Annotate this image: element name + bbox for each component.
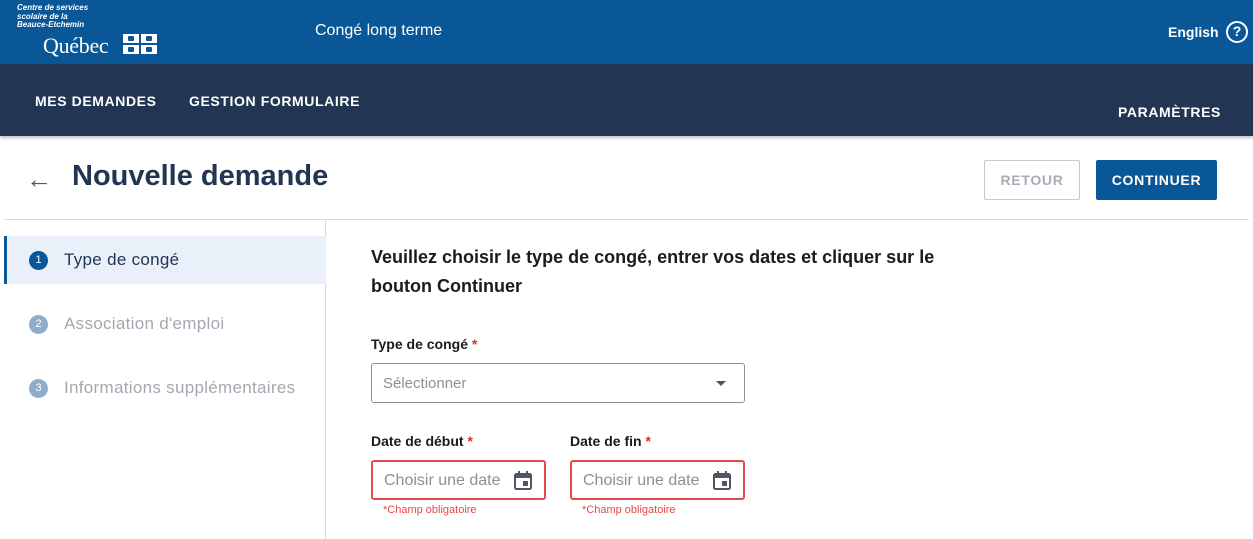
date-fin-placeholder: Choisir une date [583, 472, 700, 489]
app-title: Congé long terme [315, 22, 443, 39]
type-conge-label-text: Type de congé [371, 336, 468, 352]
nav-gestion-formulaire[interactable]: GESTION FORMULAIRE [189, 93, 360, 109]
calendar-icon[interactable] [514, 471, 532, 490]
quebec-wordmark: Québec [43, 33, 109, 58]
org-name-line3: Beauce-Etchemin [17, 20, 85, 29]
retour-button[interactable]: RETOUR [984, 160, 1080, 200]
date-fin-input[interactable]: Choisir une date [570, 460, 745, 500]
required-asterisk: * [645, 433, 651, 449]
date-fin-label: Date de fin * [570, 433, 651, 449]
question-circle-icon[interactable]: ? [1226, 21, 1248, 43]
continuer-button[interactable]: CONTINUER [1096, 160, 1217, 200]
step-association-emploi[interactable]: 2 Association d'emploi [4, 300, 326, 348]
step-number-badge: 2 [29, 315, 48, 334]
date-debut-label-text: Date de début [371, 433, 464, 449]
nav-parametres[interactable]: PARAMÈTRES [1118, 104, 1221, 120]
main-navigation: MES DEMANDES GESTION FORMULAIRE PARAMÈTR… [0, 64, 1253, 136]
active-step-indicator [4, 236, 7, 284]
form-instructions: Veuillez choisir le type de congé, entre… [371, 247, 935, 296]
caret-down-icon [716, 381, 726, 386]
step-number-badge: 1 [29, 251, 48, 270]
step-label: Type de congé [64, 250, 180, 269]
required-asterisk: * [467, 433, 473, 449]
step-informations-supplementaires[interactable]: 3 Informations supplémentaires [4, 364, 326, 412]
stepper-sidebar: 1 Type de congé 2 Association d'emploi 3… [4, 220, 326, 539]
date-debut-input[interactable]: Choisir une date [371, 460, 546, 500]
step-label: Informations supplémentaires [64, 378, 296, 397]
type-conge-placeholder: Sélectionner [383, 375, 467, 392]
date-debut-placeholder: Choisir une date [384, 472, 501, 489]
top-header: Centre de services scolaire de la Beauce… [0, 0, 1253, 64]
type-conge-label: Type de congé * [371, 336, 477, 352]
language-toggle-link[interactable]: English [1168, 24, 1219, 40]
step-type-de-conge[interactable]: 1 Type de congé [4, 236, 326, 284]
page-title: Nouvelle demande [72, 160, 329, 192]
arrow-left-icon[interactable]: ← [26, 166, 52, 192]
org-name: Centre de services scolaire de la Beauce… [17, 3, 88, 30]
step-label: Association d'emploi [64, 314, 225, 333]
quebec-logo[interactable]: Centre de services scolaire de la Beauce… [17, 3, 167, 60]
type-conge-select[interactable]: Sélectionner [371, 363, 745, 403]
date-fin-error: *Champ obligatoire [582, 504, 676, 516]
date-fin-label-text: Date de fin [570, 433, 642, 449]
calendar-icon[interactable] [713, 471, 731, 490]
required-asterisk: * [471, 336, 478, 352]
step-number-badge: 3 [29, 379, 48, 398]
nav-mes-demandes[interactable]: MES DEMANDES [35, 93, 157, 109]
fleurdelise-flag-icon [123, 34, 157, 54]
date-debut-error: *Champ obligatoire [383, 504, 477, 516]
date-debut-label: Date de début * [371, 433, 473, 449]
